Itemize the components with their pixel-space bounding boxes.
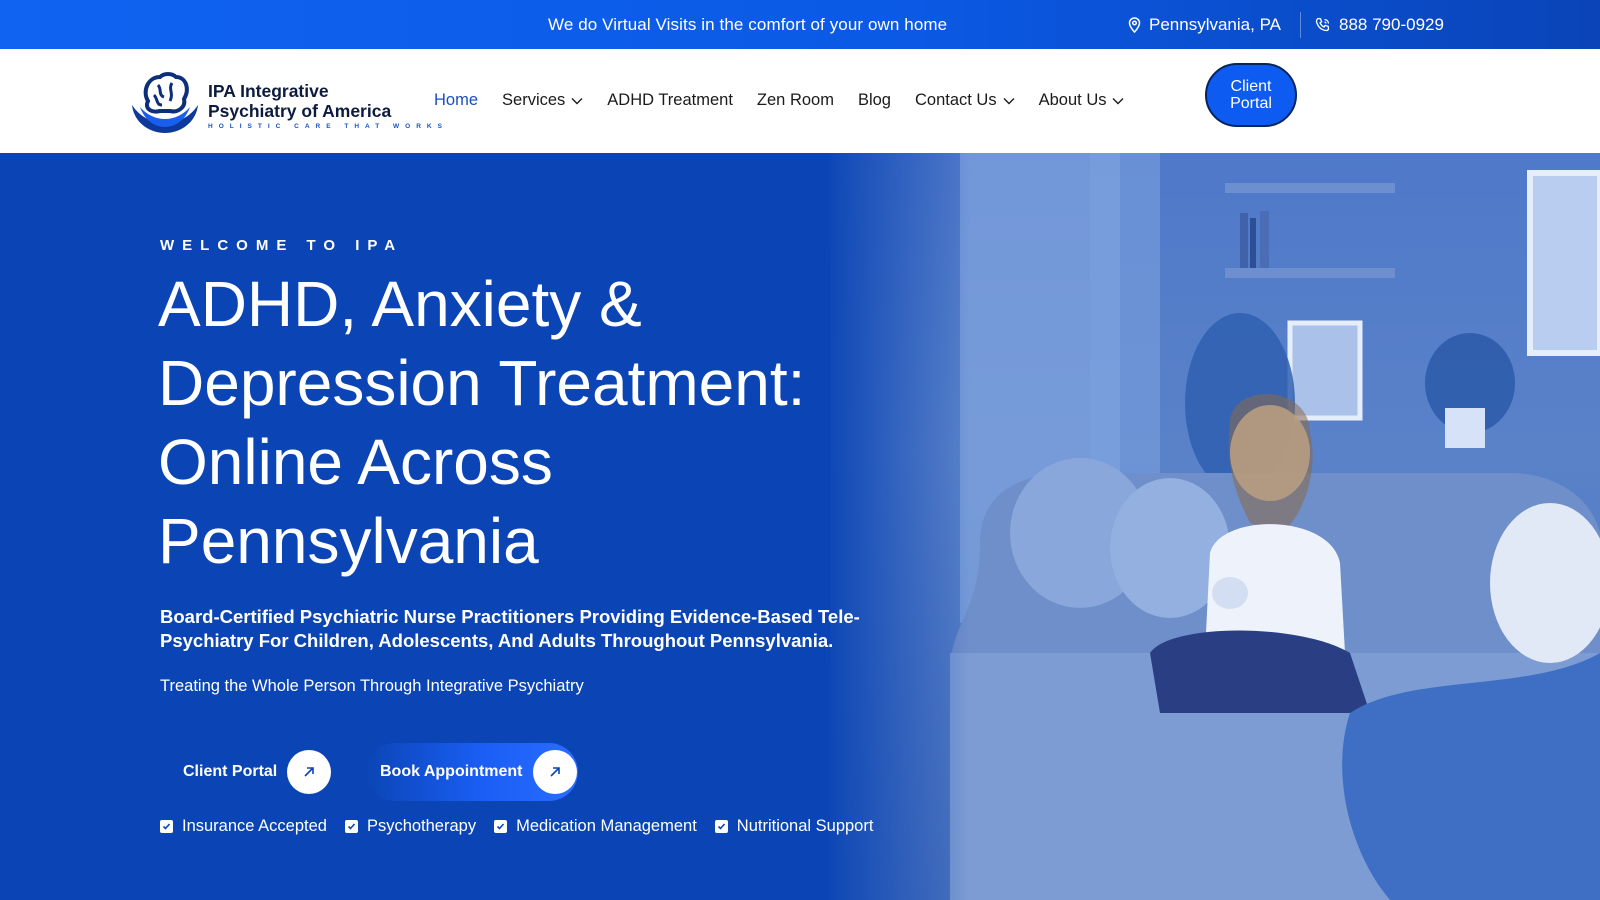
portal-label-line1: Client [1230,78,1272,95]
feature-item: Insurance Accepted [160,817,327,836]
phone-icon [1315,17,1331,33]
brand-slogan: HOLISTIC CARE THAT WORKS [208,123,448,130]
brand-title-line1: IPA Integrative [208,81,329,101]
feature-label: Nutritional Support [736,817,874,835]
feature-label: Medication Management [516,817,697,835]
location-text: Pennsylvania, PA [1149,15,1281,34]
arrow-up-right-icon [287,750,332,794]
brand-title-line2: Psychiatry of America [208,101,392,121]
phone-number: 888 790-0929 [1339,15,1444,34]
hero-headline: ADHD, Anxiety & Depression Treatment: On… [158,268,806,577]
chevron-down-icon [1003,91,1015,110]
nav-item-zen-room[interactable]: Zen Room [757,91,834,110]
brand-text: IPA Integrative Psychiatry of America HO… [208,81,448,130]
hero-eyebrow: WELCOME TO IPA [160,237,404,254]
chevron-down-icon [571,91,583,110]
feature-item: Psychotherapy [344,817,477,836]
nav-item-home[interactable]: Home [434,91,478,110]
top-announcement-bar: We do Virtual Visits in the comfort of y… [0,0,1600,49]
nav-label: Zen Room [756,91,834,109]
main-navigation: Home Services ADHD Treatment Zen Room Bl… [434,91,1148,110]
client-portal-button[interactable]: Client Portal [1205,63,1297,127]
feature-item: Medication Management [494,817,697,836]
feature-label: Insurance Accepted [182,817,327,835]
topbar-divider [1300,12,1301,38]
chevron-down-icon [1112,91,1124,110]
checkbox-check-icon [714,820,728,833]
checkbox-check-icon [160,820,173,833]
hero-tagline: Treating the Whole Person Through Integr… [160,677,584,695]
checkbox-check-icon [494,820,508,833]
virtual-visits-tagline: We do Virtual Visits in the comfort of y… [548,15,948,34]
map-pin-icon [1128,17,1141,33]
phone-link[interactable]: 888 790-0929 [1315,15,1444,35]
feature-list: Insurance Accepted Psychotherapy Medicat… [160,817,891,836]
nav-label: About Us [1038,91,1107,109]
checkbox-check-icon [344,820,358,833]
cta-label: Client Portal [183,763,278,780]
feature-label: Psychotherapy [366,817,477,835]
nav-item-contact-us[interactable]: Contact Us [915,91,1015,110]
location-info: Pennsylvania, PA [1128,15,1281,35]
feature-item: Nutritional Support [714,817,874,836]
book-appointment-cta[interactable]: Book Appointment [366,743,578,801]
client-portal-cta[interactable]: Client Portal [163,745,345,799]
portal-label-line2: Portal [1230,95,1272,112]
nav-label: Blog [857,91,891,109]
nav-item-about-us[interactable]: About Us [1039,91,1125,110]
nav-item-services[interactable]: Services [502,91,583,110]
site-header: IPA Integrative Psychiatry of America HO… [0,49,1600,153]
nav-label: Contact Us [914,91,997,109]
hero-section: WELCOME TO IPA ADHD, Anxiety & Depressio… [0,153,1600,900]
nav-label: ADHD Treatment [607,91,733,109]
brain-logo-icon [128,71,202,140]
nav-item-adhd-treatment[interactable]: ADHD Treatment [607,91,733,110]
nav-label: Services [502,91,566,109]
brand-logo[interactable]: IPA Integrative Psychiatry of America HO… [128,71,448,140]
nav-item-blog[interactable]: Blog [858,91,891,110]
cta-label: Book Appointment [380,763,523,780]
hero-subheadline: Board-Certified Psychiatric Nurse Practi… [160,606,860,651]
nav-label: Home [434,91,479,109]
arrow-up-right-icon [532,750,577,794]
